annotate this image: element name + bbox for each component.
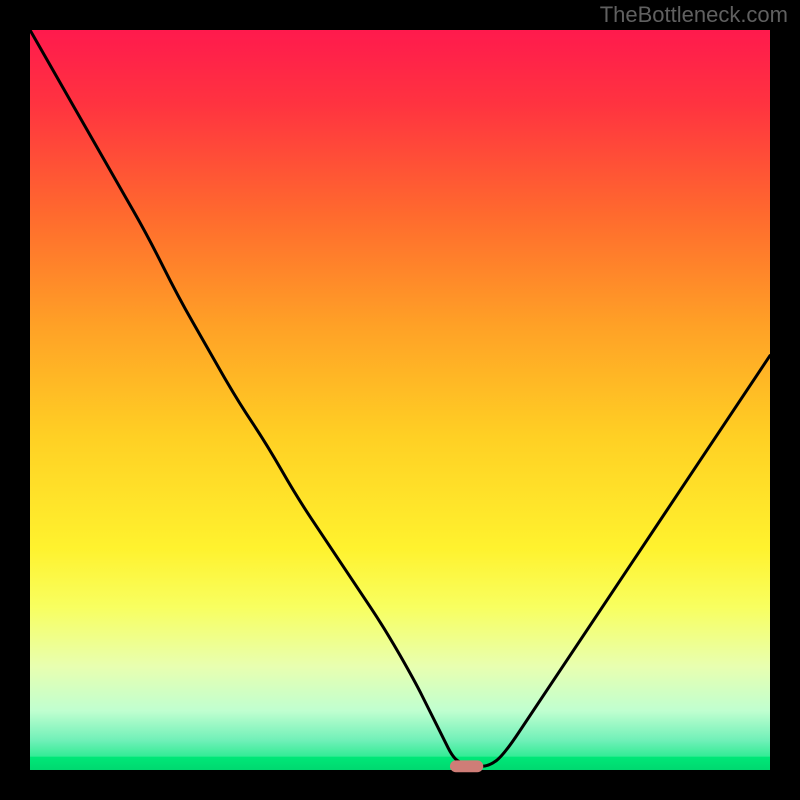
optimal-marker xyxy=(450,760,483,772)
bottleneck-chart: TheBottleneck.com xyxy=(0,0,800,800)
gradient-background xyxy=(30,30,770,770)
plot-area xyxy=(30,30,770,772)
chart-svg xyxy=(0,0,800,800)
green-strip xyxy=(30,757,770,770)
watermark-text: TheBottleneck.com xyxy=(600,2,788,28)
